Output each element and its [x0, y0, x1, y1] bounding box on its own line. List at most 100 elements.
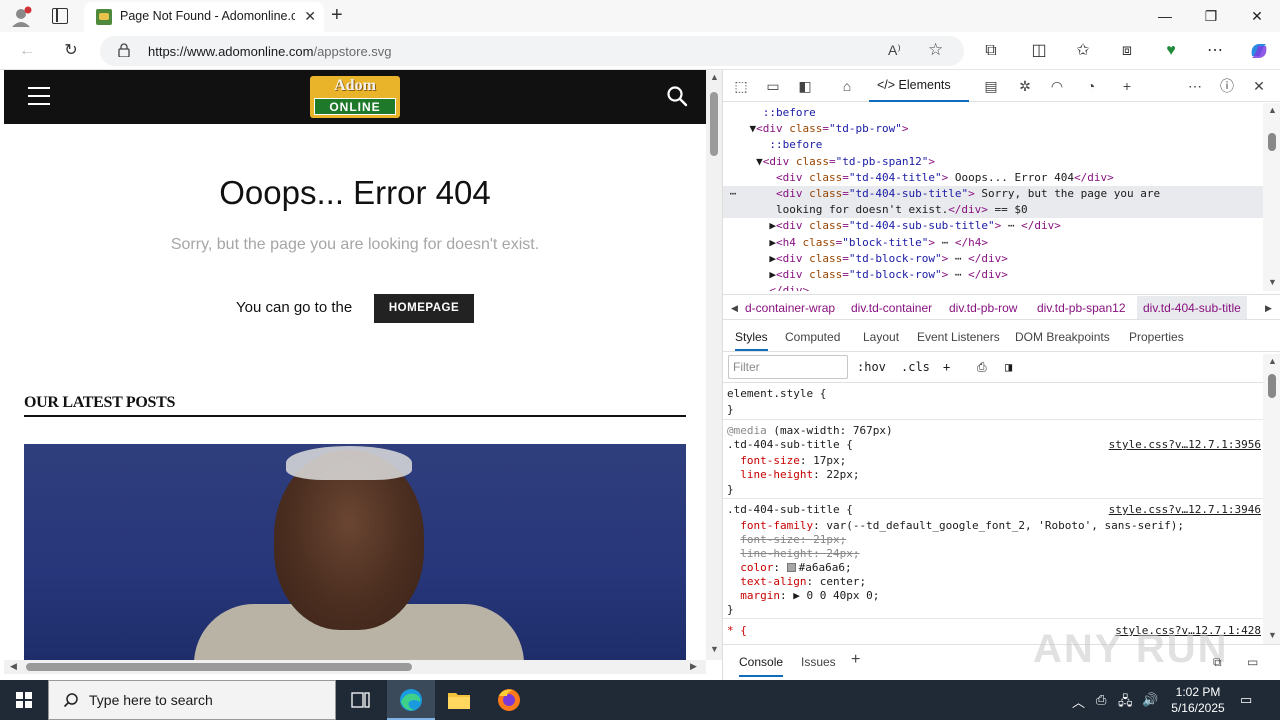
element-style-selector[interactable]: element.style {	[727, 387, 826, 400]
breadcrumb-left-arrow-icon[interactable]: ◀	[731, 303, 738, 314]
site-logo[interactable]: Adom ONLINE	[310, 76, 400, 118]
subtab-layout[interactable]: Layout	[863, 330, 899, 344]
rule2-source-link[interactable]: style.css?v…12.7.1:3946	[1109, 502, 1261, 518]
homepage-button[interactable]: HOMEPAGE	[374, 294, 474, 323]
file-explorer-icon[interactable]	[435, 680, 483, 720]
more-menu-icon[interactable]: ⋯	[1200, 37, 1230, 65]
notification-icon[interactable]: ▭	[1240, 692, 1252, 708]
back-icon[interactable]: ←	[12, 37, 42, 65]
task-view-icon[interactable]	[336, 680, 384, 720]
tab-elements[interactable]: </> Elements	[869, 70, 969, 102]
rule2-property[interactable]: color: #a6a6a6;	[727, 560, 1263, 574]
tab-close-icon[interactable]: ✕	[304, 8, 316, 25]
dom-node-line[interactable]: </div>	[723, 283, 1263, 291]
device-emulation-icon[interactable]: ▭	[763, 77, 783, 95]
breadcrumb-item[interactable]: div.td-404-sub-title	[1137, 296, 1247, 319]
subtab-styles[interactable]: Styles	[735, 330, 768, 351]
favorite-star-icon[interactable]: ☆	[928, 40, 943, 60]
close-window-icon[interactable]: ✕	[1234, 0, 1280, 32]
element-state-paint-icon[interactable]: ⎙	[977, 360, 987, 375]
tab-page-not-found[interactable]: Page Not Found - Adomonline.c ✕	[84, 2, 324, 32]
rule2-selector[interactable]: .td-404-sub-title {	[727, 503, 853, 516]
rule2-property[interactable]: margin: ▶ 0 0 40px 0;	[727, 588, 1263, 602]
inspect-element-icon[interactable]: ⬚	[731, 77, 751, 95]
dom-node-line[interactable]: ⋯ <div class="td-404-sub-title"> Sorry, …	[723, 186, 1263, 202]
tray-app-icon[interactable]: ⎙	[1096, 692, 1106, 708]
rule1-source-link[interactable]: style.css?v…12.7.1:3956	[1109, 437, 1261, 453]
favorites-icon[interactable]: ✩	[1068, 37, 1098, 65]
dom-tree-scroll-thumb[interactable]	[1268, 133, 1276, 151]
rule2-property[interactable]: text-align: center;	[727, 574, 1263, 588]
drawer-add-tab-icon[interactable]: +	[851, 651, 860, 669]
rule2-property[interactable]: font-size: 21px;	[727, 532, 1263, 546]
drawer-tab-issues[interactable]: Issues	[801, 655, 836, 669]
rule1-prop-name[interactable]: line-height	[740, 468, 813, 481]
post-thumbnail-image[interactable]	[24, 444, 686, 660]
dom-node-line[interactable]: <div class="td-404-title"> Ooops... Erro…	[723, 170, 1263, 186]
volume-icon[interactable]: 🔊	[1142, 692, 1158, 708]
rule2-property[interactable]: line-height: 24px;	[727, 546, 1263, 560]
drawer-undock-icon[interactable]: ⧉	[1213, 655, 1222, 670]
refresh-icon[interactable]: ↻	[56, 37, 86, 65]
styles-scrollbar[interactable]: ▲ ▼	[1263, 354, 1280, 644]
network-icon[interactable]: 🖧	[1118, 692, 1133, 714]
rule3-selector[interactable]: * {	[727, 624, 747, 637]
minimize-icon[interactable]: —	[1142, 0, 1188, 32]
sources-bug-icon[interactable]: ✲	[1015, 77, 1035, 95]
subtab-computed[interactable]: Computed	[785, 330, 840, 344]
help-icon[interactable]: ⓘ	[1217, 77, 1237, 95]
class-toggle[interactable]: .cls	[901, 360, 930, 374]
dom-node-line[interactable]: ▼<div class="td-pb-row">	[723, 121, 1263, 137]
new-tab-icon[interactable]: +	[331, 4, 343, 27]
collections-icon[interactable]: ⧈	[1112, 37, 1142, 65]
edge-taskbar-icon[interactable]	[387, 680, 435, 720]
welcome-home-icon[interactable]: ⌂	[837, 77, 857, 95]
page-horizontal-scroll-thumb[interactable]	[26, 663, 412, 671]
tray-chevron-icon[interactable]: ︿	[1072, 692, 1085, 711]
taskbar-search-box[interactable]: Type here to search	[48, 680, 336, 720]
new-style-rule-icon[interactable]: +	[943, 360, 950, 374]
performance-icon[interactable]: ♥	[1156, 37, 1186, 65]
page-vertical-scrollbar[interactable]: ▲ ▼	[706, 70, 722, 660]
performance-gauge-icon[interactable]: ◔	[1081, 77, 1101, 95]
dom-node-line[interactable]: ▶<h4 class="block-title"> ⋯ </h4>	[723, 235, 1263, 251]
search-icon[interactable]	[666, 85, 688, 107]
dom-node-line[interactable]: ▼<div class="td-pb-span12">	[723, 154, 1263, 170]
lock-icon[interactable]	[118, 43, 130, 58]
dom-node-line[interactable]: ::before	[723, 105, 1263, 121]
dom-node-line[interactable]: ::before	[723, 137, 1263, 153]
breadcrumb-item[interactable]: div.td-pb-row	[949, 301, 1017, 315]
profile-icon[interactable]	[10, 6, 32, 28]
dom-node-line[interactable]: looking for doesn't exist.</div> == $0	[723, 202, 1263, 219]
subtab-properties[interactable]: Properties	[1129, 330, 1184, 344]
firefox-icon[interactable]	[485, 680, 533, 720]
devtools-close-icon[interactable]: ✕	[1249, 77, 1269, 95]
subtab-event-listeners[interactable]: Event Listeners	[917, 330, 1000, 344]
styles-scroll-thumb[interactable]	[1268, 374, 1276, 398]
page-horizontal-scrollbar[interactable]: ◀ ▶	[4, 660, 706, 674]
drawer-tab-console[interactable]: Console	[739, 655, 784, 677]
rule1-prop-value[interactable]: 22px;	[826, 468, 859, 481]
breadcrumb-right-arrow-icon[interactable]: ▶	[1265, 303, 1272, 314]
read-aloud-icon[interactable]: A⁾	[888, 42, 901, 59]
computed-sidebar-toggle-icon[interactable]: ◨	[1005, 360, 1012, 374]
dom-tree-scrollbar[interactable]: ▲ ▼	[1263, 103, 1280, 291]
drawer-close-icon[interactable]: ▭	[1247, 655, 1258, 669]
address-bar[interactable]: https://www.adomonline.com/appstore.svg …	[100, 36, 964, 66]
subtab-dom-breakpoints[interactable]: DOM Breakpoints	[1015, 330, 1110, 344]
split-screen-icon[interactable]: ◫	[1024, 37, 1054, 65]
windows-start-icon[interactable]	[0, 680, 48, 720]
dock-side-icon[interactable]: ◧	[795, 77, 815, 95]
styles-filter-input[interactable]: Filter	[728, 355, 848, 379]
network-wifi-icon[interactable]: ◠	[1047, 77, 1067, 95]
rule1-selector[interactable]: .td-404-sub-title {	[727, 438, 853, 451]
breadcrumb-item[interactable]: d-container-wrap	[745, 301, 835, 315]
rule1-prop-name[interactable]: font-size	[740, 454, 800, 467]
dom-node-line[interactable]: ▶<div class="td-block-row"> ⋯ </div>	[723, 251, 1263, 267]
more-tools-plus-icon[interactable]: +	[1117, 77, 1137, 95]
copilot-icon[interactable]	[1244, 37, 1274, 65]
dom-tree[interactable]: ::before ▼<div class="td-pb-row"> ::befo…	[723, 103, 1263, 291]
dom-node-line[interactable]: ▶<div class="td-block-row"> ⋯ </div>	[723, 267, 1263, 283]
devtools-more-icon[interactable]: ⋯	[1185, 77, 1205, 95]
breadcrumb-item[interactable]: div.td-container	[851, 301, 932, 315]
